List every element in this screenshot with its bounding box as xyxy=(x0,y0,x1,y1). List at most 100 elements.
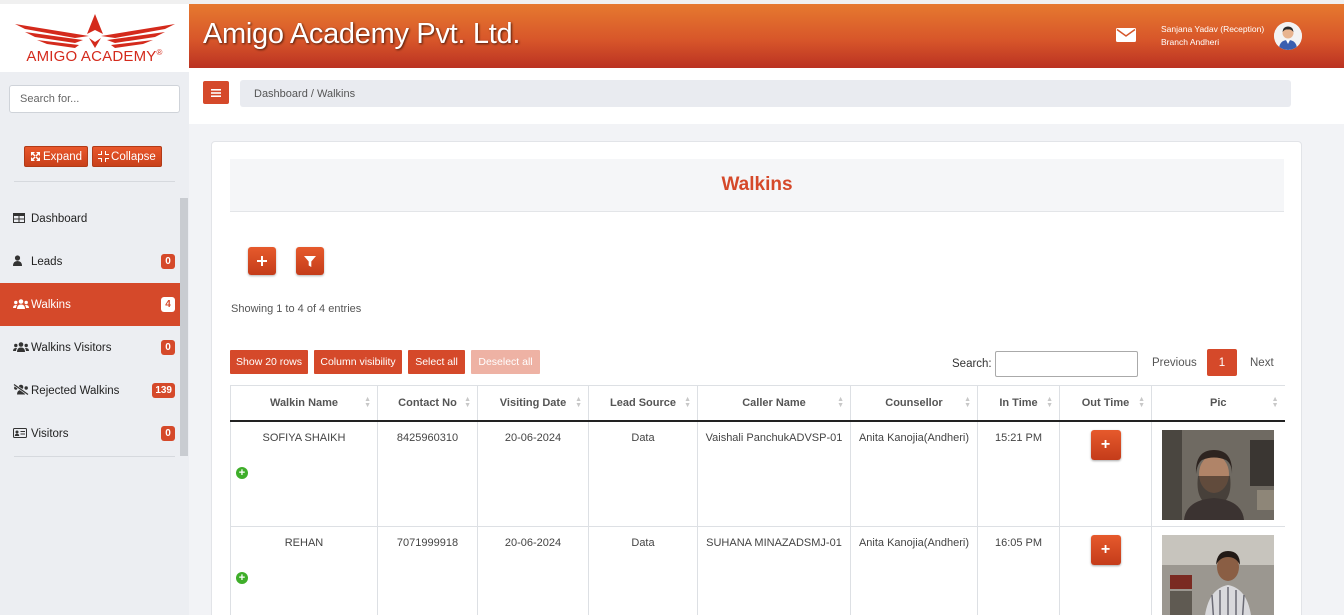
user-branch: Branch Andheri xyxy=(1161,37,1220,47)
pagination-previous[interactable]: Previous xyxy=(1152,357,1197,369)
cell-out-time: + xyxy=(1059,420,1152,527)
walkins-visitors-count-badge: 0 xyxy=(161,340,175,355)
app-title: Amigo Academy Pvt. Ltd. xyxy=(203,18,521,50)
expand-row-icon[interactable]: + xyxy=(236,572,248,584)
cell-contact-no: 8425960310 xyxy=(377,420,478,527)
sort-icon: ▲ ▼ xyxy=(364,396,371,409)
column-visibility-button[interactable]: Column visibility xyxy=(314,350,402,374)
expand-collapse-group: Expand Collapse xyxy=(24,146,162,167)
add-walkin-button[interactable] xyxy=(248,247,276,275)
cell-walkin-name: REHAN + xyxy=(230,526,378,615)
user-avatar-icon xyxy=(1274,22,1302,50)
sidebar-divider xyxy=(14,456,175,457)
column-header-visiting-date[interactable]: Visiting Date ▲ ▼ xyxy=(477,385,589,422)
deselect-all-button[interactable]: Deselect all xyxy=(471,350,540,374)
pagination-next[interactable]: Next xyxy=(1250,357,1274,369)
breadcrumb: Dashboard / Walkins xyxy=(240,80,1291,107)
expand-icon xyxy=(31,152,40,161)
sort-icon: ▲ ▼ xyxy=(964,396,971,409)
cell-lead-source: Data xyxy=(588,526,698,615)
cell-in-time: 16:05 PM xyxy=(977,526,1060,615)
plus-icon xyxy=(257,256,267,266)
entries-info: Showing 1 to 4 of 4 entries xyxy=(231,303,362,315)
sidebar-item-label: Visitors xyxy=(31,427,69,440)
logo[interactable]: AMIGO ACADEMY® xyxy=(0,4,189,72)
sidebar-item-visitors[interactable]: Visitors 0 xyxy=(0,412,180,455)
walkins-count-badge: 4 xyxy=(161,297,175,312)
rejected-walkins-count-badge: 139 xyxy=(152,383,175,398)
expand-button[interactable]: Expand xyxy=(24,146,89,167)
collapse-button[interactable]: Collapse xyxy=(92,146,162,167)
filter-icon xyxy=(304,255,316,267)
wings-logo-icon xyxy=(14,13,175,48)
column-header-contact-no[interactable]: Contact No ▲ ▼ xyxy=(377,385,478,422)
sidebar-search-input[interactable] xyxy=(9,85,180,113)
sort-icon: ▲ ▼ xyxy=(1046,396,1053,409)
sidebar-item-label: Walkins Visitors xyxy=(31,341,112,354)
sidebar-item-walkins[interactable]: Walkins 4 xyxy=(0,283,180,326)
cell-counsellor: Anita Kanojia(Andheri) xyxy=(850,526,978,615)
column-header-out-time[interactable]: Out Time ▲ ▼ xyxy=(1059,385,1152,422)
user-name-role: Sanjana Yadav (Reception) xyxy=(1161,24,1265,34)
table-header-row: Walkin Name ▲ ▼ Contact No ▲ ▼ Visiting Date… xyxy=(230,385,1285,422)
cell-counsellor: Anita Kanojia(Andheri) xyxy=(850,420,978,527)
sort-icon: ▲ ▼ xyxy=(837,396,844,409)
users-icon xyxy=(13,341,31,355)
column-header-in-time[interactable]: In Time ▲ ▼ xyxy=(977,385,1060,422)
dashboard-icon xyxy=(13,212,31,226)
column-header-caller-name[interactable]: Caller Name ▲ ▼ xyxy=(697,385,851,422)
table-search-input[interactable] xyxy=(995,351,1138,377)
cell-visiting-date: 20-06-2024 xyxy=(477,420,589,527)
sidebar-nav: Dashboard Leads 0 Walkins 4 Walkins Visi… xyxy=(0,197,180,455)
hamburger-icon xyxy=(211,88,221,97)
add-out-time-button[interactable]: + xyxy=(1090,429,1121,460)
sidebar-item-rejected-walkins[interactable]: Rejected Walkins 139 xyxy=(0,369,180,412)
add-out-time-button[interactable]: + xyxy=(1090,535,1121,565)
top-header: Amigo Academy Pvt. Ltd. Sanjana Yadav (R… xyxy=(189,4,1344,68)
sidebar-item-walkins-visitors[interactable]: Walkins Visitors 0 xyxy=(0,326,180,369)
breadcrumb-area: Dashboard / Walkins xyxy=(189,68,1344,124)
sidebar-item-dashboard[interactable]: Dashboard xyxy=(0,197,180,240)
cell-visiting-date: 20-06-2024 xyxy=(477,526,589,615)
sidebar-toggle-button[interactable] xyxy=(203,81,229,104)
compress-icon xyxy=(98,151,110,162)
sidebar-item-label: Rejected Walkins xyxy=(31,384,120,397)
plus-icon: + xyxy=(1100,435,1111,453)
column-header-counsellor[interactable]: Counsellor ▲ ▼ xyxy=(850,385,978,422)
column-header-lead-source[interactable]: Lead Source ▲ ▼ xyxy=(588,385,698,422)
show-rows-button[interactable]: Show 20 rows xyxy=(230,350,308,374)
cell-pic xyxy=(1151,420,1285,527)
users-slash-icon xyxy=(13,382,31,398)
avatar[interactable] xyxy=(1274,22,1302,50)
table-row: SOFIYA SHAIKH + 8425960310 20-06-2024 Dat… xyxy=(230,420,1285,527)
mail-icon[interactable] xyxy=(1116,28,1136,42)
cell-in-time: 15:21 PM xyxy=(977,420,1060,527)
sidebar-item-label: Walkins xyxy=(31,298,71,311)
column-header-pic[interactable]: Pic ▲ ▼ xyxy=(1151,385,1285,422)
cell-walkin-name: SOFIYA SHAIKH + xyxy=(230,420,378,527)
sort-icon: ▲ ▼ xyxy=(1138,396,1145,409)
cell-pic xyxy=(1151,526,1285,615)
sidebar-divider xyxy=(14,181,175,182)
sidebar-item-leads[interactable]: Leads 0 xyxy=(0,240,180,283)
sort-icon: ▲ ▼ xyxy=(1271,396,1279,409)
select-all-button[interactable]: Select all xyxy=(408,350,465,374)
leads-count-badge: 0 xyxy=(161,254,175,269)
users-icon xyxy=(13,298,31,312)
expand-row-icon[interactable]: + xyxy=(236,466,248,479)
cell-lead-source: Data xyxy=(588,420,698,527)
user-icon xyxy=(13,254,31,269)
filter-button[interactable] xyxy=(296,247,324,275)
sidebar-scrollbar[interactable] xyxy=(180,198,188,456)
pagination-page-1[interactable]: 1 xyxy=(1207,349,1237,376)
page-title: Walkins xyxy=(230,159,1284,212)
walkin-photo[interactable] xyxy=(1162,535,1275,615)
column-header-walkin-name[interactable]: Walkin Name ▲ ▼ xyxy=(230,385,378,422)
cell-contact-no: 7071999918 xyxy=(377,526,478,615)
cell-caller-name: Vaishali PanchukADVSP-01 xyxy=(697,420,851,527)
sort-icon: ▲ ▼ xyxy=(575,396,582,409)
user-info[interactable]: Sanjana Yadav (Reception) Branch Andheri xyxy=(1161,23,1264,49)
sidebar-item-label: Leads xyxy=(31,255,63,268)
walkin-photo[interactable] xyxy=(1162,429,1275,520)
cell-caller-name: SUHANA MINAZADSMJ-01 xyxy=(697,526,851,615)
